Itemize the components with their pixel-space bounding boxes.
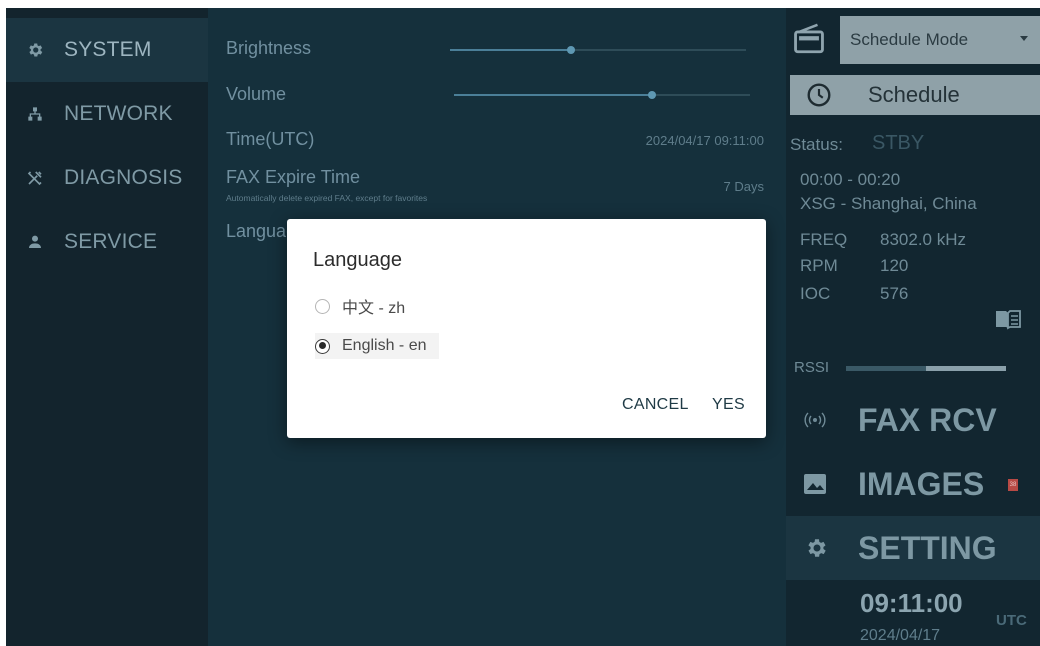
- sidebar-item-label: SERVICE: [64, 230, 158, 253]
- dialog-title: Language: [313, 249, 402, 271]
- gear-icon: [804, 536, 828, 565]
- status-label: Status:: [790, 135, 843, 154]
- images-label: IMAGES: [858, 465, 985, 502]
- freq-value: 8302.0 kHz: [880, 230, 966, 249]
- radio-icon: [792, 22, 826, 61]
- sidebar-nav: SYSTEM NETWORK DIAGNOSIS SERVICE: [6, 8, 208, 646]
- freq-label: FREQ: [800, 230, 848, 249]
- language-option-label: 中文 - zh: [342, 300, 406, 317]
- brightness-slider-fill: [450, 49, 572, 51]
- fax-expire-label: FAX Expire Time: [226, 167, 361, 187]
- status-panel: Schedule Mode Schedule Status: STBY 00:0…: [786, 8, 1040, 646]
- rpm-label: RPM: [800, 256, 838, 275]
- radio-button[interactable]: [315, 338, 330, 354]
- station-name: XSG - Shanghai, China: [800, 194, 977, 213]
- radio-button[interactable]: [315, 298, 330, 314]
- fax-rcv-button[interactable]: FAX RCV: [786, 388, 1040, 452]
- book-icon[interactable]: [994, 308, 1022, 335]
- ioc-value: 576: [880, 284, 909, 303]
- gear-icon: [6, 41, 64, 59]
- clock-timezone: UTC: [996, 612, 1027, 629]
- fax-expire-value[interactable]: 7 Days: [724, 179, 764, 194]
- time-utc-label: Time(UTC): [226, 129, 315, 149]
- images-count-badge: 38: [1008, 479, 1018, 491]
- rssi-bar-fill: [846, 366, 926, 371]
- brightness-slider[interactable]: [450, 46, 746, 54]
- person-icon: [6, 234, 64, 250]
- sidebar-item-service[interactable]: SERVICE: [6, 210, 208, 274]
- clock-icon: [806, 82, 832, 113]
- sidebar-item-label: DIAGNOSIS: [64, 166, 183, 189]
- status-value: STBY: [872, 132, 925, 154]
- sidebar-item-diagnosis[interactable]: DIAGNOSIS: [6, 146, 208, 210]
- image-icon: [802, 472, 828, 501]
- setting-button[interactable]: SETTING: [786, 516, 1040, 580]
- setting-label: SETTING: [858, 529, 997, 566]
- fax-rcv-label: FAX RCV: [858, 401, 997, 438]
- fax-expire-description: Automatically delete expired FAX, except…: [226, 193, 428, 203]
- sidebar-item-label: NETWORK: [64, 102, 173, 125]
- network-icon: [6, 106, 64, 122]
- tools-icon: [6, 169, 64, 187]
- broadcast-icon: [804, 412, 826, 433]
- language-option-en[interactable]: English - en: [315, 333, 439, 359]
- rssi-label: RSSI: [794, 359, 830, 376]
- brightness-slider-knob[interactable]: [567, 46, 576, 54]
- ioc-label: IOC: [800, 284, 831, 303]
- volume-slider[interactable]: [454, 91, 750, 99]
- language-dialog: Language 中文 - zh English - en CANCEL YES: [287, 219, 766, 438]
- yes-button[interactable]: YES: [712, 396, 745, 414]
- cancel-button[interactable]: CANCEL: [622, 396, 689, 414]
- language-option-zh[interactable]: 中文 - zh: [315, 293, 405, 319]
- volume-slider-knob[interactable]: [648, 91, 657, 99]
- rssi-bar: [846, 366, 1006, 371]
- rpm-value: 120: [880, 256, 909, 275]
- language-option-label: English - en: [342, 337, 427, 354]
- schedule-label: Schedule: [868, 82, 960, 107]
- time-utc-value[interactable]: 2024/04/17 09:11:00: [646, 133, 764, 148]
- schedule-button[interactable]: Schedule: [790, 75, 1040, 115]
- sidebar-item-label: SYSTEM: [64, 38, 152, 61]
- schedule-time: 00:00 - 00:20: [800, 170, 901, 189]
- volume-label: Volume: [226, 84, 287, 104]
- clock-time: 09:11:00: [860, 588, 963, 618]
- chevron-down-icon: [1020, 36, 1028, 41]
- sidebar-item-system[interactable]: SYSTEM: [6, 18, 208, 82]
- mode-select[interactable]: Schedule Mode: [840, 16, 1040, 64]
- mode-select-value: Schedule Mode: [850, 30, 969, 49]
- images-button[interactable]: IMAGES: [786, 452, 1040, 516]
- volume-slider-fill: [454, 94, 653, 96]
- clock-date: 2024/04/17: [860, 627, 941, 644]
- sidebar-item-network[interactable]: NETWORK: [6, 82, 208, 146]
- brightness-label: Brightness: [226, 38, 312, 58]
